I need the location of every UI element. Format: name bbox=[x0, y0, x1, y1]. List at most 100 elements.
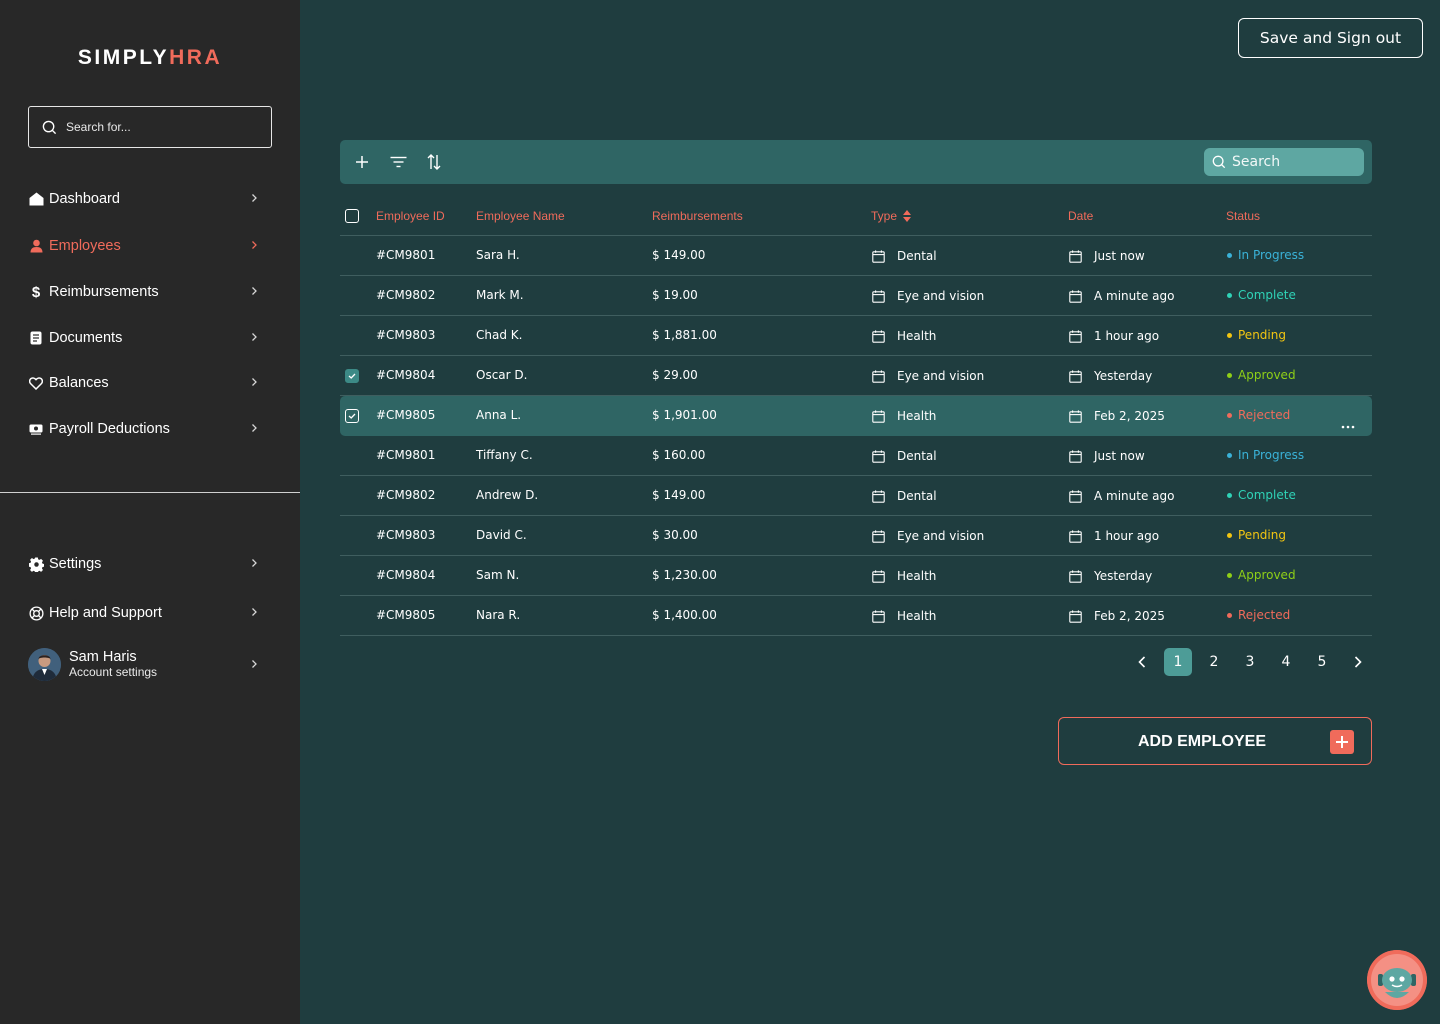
filter-button[interactable] bbox=[388, 152, 408, 172]
reimbursement-type: Eye and vision bbox=[897, 529, 985, 543]
row-checkbox[interactable] bbox=[345, 449, 359, 463]
status-badge: In Progress bbox=[1227, 448, 1304, 462]
status-text: Approved bbox=[1238, 368, 1296, 382]
column-header-reimbursements[interactable]: Reimbursements bbox=[652, 209, 743, 223]
status-dot bbox=[1227, 452, 1232, 458]
table-search-input[interactable] bbox=[1232, 154, 1352, 170]
sidebar-divider bbox=[0, 492, 300, 493]
column-header-employee-name[interactable]: Employee Name bbox=[476, 209, 565, 223]
calendar-icon bbox=[872, 369, 891, 383]
sort-button[interactable] bbox=[424, 152, 444, 172]
type-cell: Health bbox=[872, 569, 936, 583]
next-page-button[interactable] bbox=[1344, 648, 1372, 676]
chevron-right-icon bbox=[252, 608, 257, 616]
status-text: Pending bbox=[1238, 528, 1286, 542]
column-header-employee-id[interactable]: Employee ID bbox=[376, 209, 445, 223]
calendar-icon bbox=[1069, 489, 1088, 503]
date-value: Feb 2, 2025 bbox=[1094, 609, 1165, 623]
status-text: Complete bbox=[1238, 488, 1296, 502]
reimbursement-type: Health bbox=[897, 609, 937, 623]
chevron-right-icon bbox=[1354, 656, 1362, 668]
employee-id: #CM9803 bbox=[376, 528, 436, 542]
row-checkbox[interactable] bbox=[345, 609, 359, 623]
page-button-3[interactable]: 3 bbox=[1236, 648, 1264, 676]
status-dot bbox=[1227, 492, 1232, 498]
sidebar-item-label: Settings bbox=[49, 556, 102, 572]
search-icon bbox=[42, 120, 57, 134]
calendar-icon bbox=[1069, 289, 1088, 303]
table-row[interactable]: #CM9805 Nara R. $ 1,400.00 Health Feb 2, 202… bbox=[340, 596, 1372, 636]
chevron-right-icon bbox=[252, 287, 257, 295]
column-header-type[interactable]: Type bbox=[871, 209, 912, 223]
employee-name: Nara R. bbox=[476, 608, 521, 622]
row-checkbox[interactable] bbox=[345, 489, 359, 503]
date-cell: Just now bbox=[1069, 449, 1145, 463]
row-checkbox[interactable] bbox=[345, 369, 359, 383]
date-cell: 1 hour ago bbox=[1069, 529, 1159, 543]
row-checkbox[interactable] bbox=[345, 569, 359, 583]
sidebar-item-dashboard[interactable]: Dashboard bbox=[28, 187, 264, 211]
status-badge: Approved bbox=[1227, 568, 1296, 582]
sidebar-item-employees[interactable]: Employees bbox=[28, 234, 264, 258]
column-header-type-label: Type bbox=[871, 209, 898, 223]
column-header-status[interactable]: Status bbox=[1226, 209, 1260, 223]
status-dot bbox=[1227, 252, 1232, 258]
account-settings-item[interactable]: Sam Haris Account settings bbox=[28, 647, 264, 681]
chatbot-button[interactable] bbox=[1367, 950, 1427, 1010]
employee-id: #CM9802 bbox=[376, 488, 436, 502]
column-header-date[interactable]: Date bbox=[1068, 209, 1093, 223]
row-checkbox[interactable] bbox=[345, 529, 359, 543]
row-checkbox[interactable] bbox=[345, 249, 359, 263]
sidebar-item-help-and-support[interactable]: Help and Support bbox=[28, 601, 264, 625]
table-row[interactable]: #CM9802 Mark M. $ 19.00 Eye and vision A min… bbox=[340, 276, 1372, 316]
page-button-1[interactable]: 1 bbox=[1164, 648, 1192, 676]
page-button-2[interactable]: 2 bbox=[1200, 648, 1228, 676]
type-cell: Eye and vision bbox=[872, 529, 984, 543]
row-checkbox[interactable] bbox=[345, 329, 359, 343]
sidebar-item-payroll-deductions[interactable]: Payroll Deductions bbox=[28, 417, 264, 441]
table-toolbar bbox=[340, 140, 1372, 184]
save-and-sign-out-button[interactable]: Save and Sign out bbox=[1238, 18, 1423, 58]
table-row[interactable]: #CM9803 David C. $ 30.00 Eye and vision 1 ho… bbox=[340, 516, 1372, 556]
sidebar: SIMPLYHRA Dashboard Employees $ Reimburs… bbox=[0, 0, 300, 1024]
sidebar-item-label: Help and Support bbox=[49, 605, 162, 621]
chevron-right-icon bbox=[252, 424, 257, 432]
table-row[interactable]: #CM9804 Oscar D. $ 29.00 Eye and vision Yest… bbox=[340, 356, 1372, 396]
add-button[interactable] bbox=[352, 152, 372, 172]
row-checkbox[interactable] bbox=[345, 289, 359, 303]
sidebar-item-settings[interactable]: Settings bbox=[28, 552, 264, 576]
sidebar-item-label: Employees bbox=[49, 238, 121, 254]
table-row[interactable]: #CM9802 Andrew D. $ 149.00 Dental A minute a… bbox=[340, 476, 1372, 516]
gear-icon bbox=[28, 556, 44, 572]
status-dot bbox=[1227, 572, 1232, 578]
calendar-icon bbox=[1069, 449, 1088, 463]
type-cell: Eye and vision bbox=[872, 369, 984, 383]
sidebar-item-reimbursements[interactable]: $ Reimbursements bbox=[28, 280, 264, 304]
previous-page-button[interactable] bbox=[1128, 648, 1156, 676]
select-all-checkbox[interactable] bbox=[345, 209, 359, 223]
add-employee-button[interactable]: ADD EMPLOYEE bbox=[1058, 717, 1372, 765]
more-options-button[interactable] bbox=[1340, 414, 1356, 429]
reimbursement-amount: $ 30.00 bbox=[652, 528, 698, 542]
row-checkbox[interactable] bbox=[345, 409, 359, 423]
brand-logo[interactable]: SIMPLYHRA bbox=[0, 46, 300, 70]
sidebar-item-label: Reimbursements bbox=[49, 284, 159, 300]
date-value: Just now bbox=[1094, 249, 1145, 263]
reimbursement-amount: $ 29.00 bbox=[652, 368, 698, 382]
table-row[interactable]: #CM9803 Chad K. $ 1,881.00 Health 1 hour ago… bbox=[340, 316, 1372, 356]
page-button-4[interactable]: 4 bbox=[1272, 648, 1300, 676]
heart-icon bbox=[28, 375, 44, 391]
sidebar-item-balances[interactable]: Balances bbox=[28, 371, 264, 395]
employee-id: #CM9801 bbox=[376, 248, 436, 262]
table-row[interactable]: #CM9801 Sara H. $ 149.00 Dental Just now In P… bbox=[340, 236, 1372, 276]
reimbursement-amount: $ 160.00 bbox=[652, 448, 706, 462]
employee-id: #CM9805 bbox=[376, 408, 436, 422]
sidebar-item-documents[interactable]: Documents bbox=[28, 326, 264, 350]
table-row[interactable]: #CM9805 Anna L. $ 1,901.00 Health Feb 2, 202… bbox=[340, 396, 1372, 436]
employee-id: #CM9802 bbox=[376, 288, 436, 302]
sidebar-search-input[interactable] bbox=[66, 120, 256, 134]
page-button-5[interactable]: 5 bbox=[1308, 648, 1336, 676]
table-row[interactable]: #CM9801 Tiffany C. $ 160.00 Dental Just now I… bbox=[340, 436, 1372, 476]
table-row[interactable]: #CM9804 Sam N. $ 1,230.00 Health Yesterday Ap… bbox=[340, 556, 1372, 596]
calendar-icon bbox=[1069, 569, 1088, 583]
